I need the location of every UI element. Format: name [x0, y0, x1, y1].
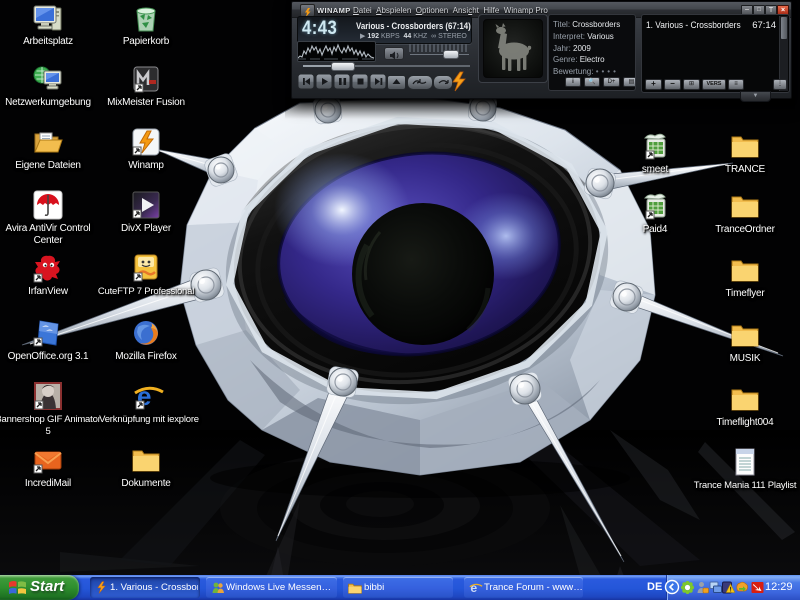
svg-text:e: e — [470, 581, 477, 595]
